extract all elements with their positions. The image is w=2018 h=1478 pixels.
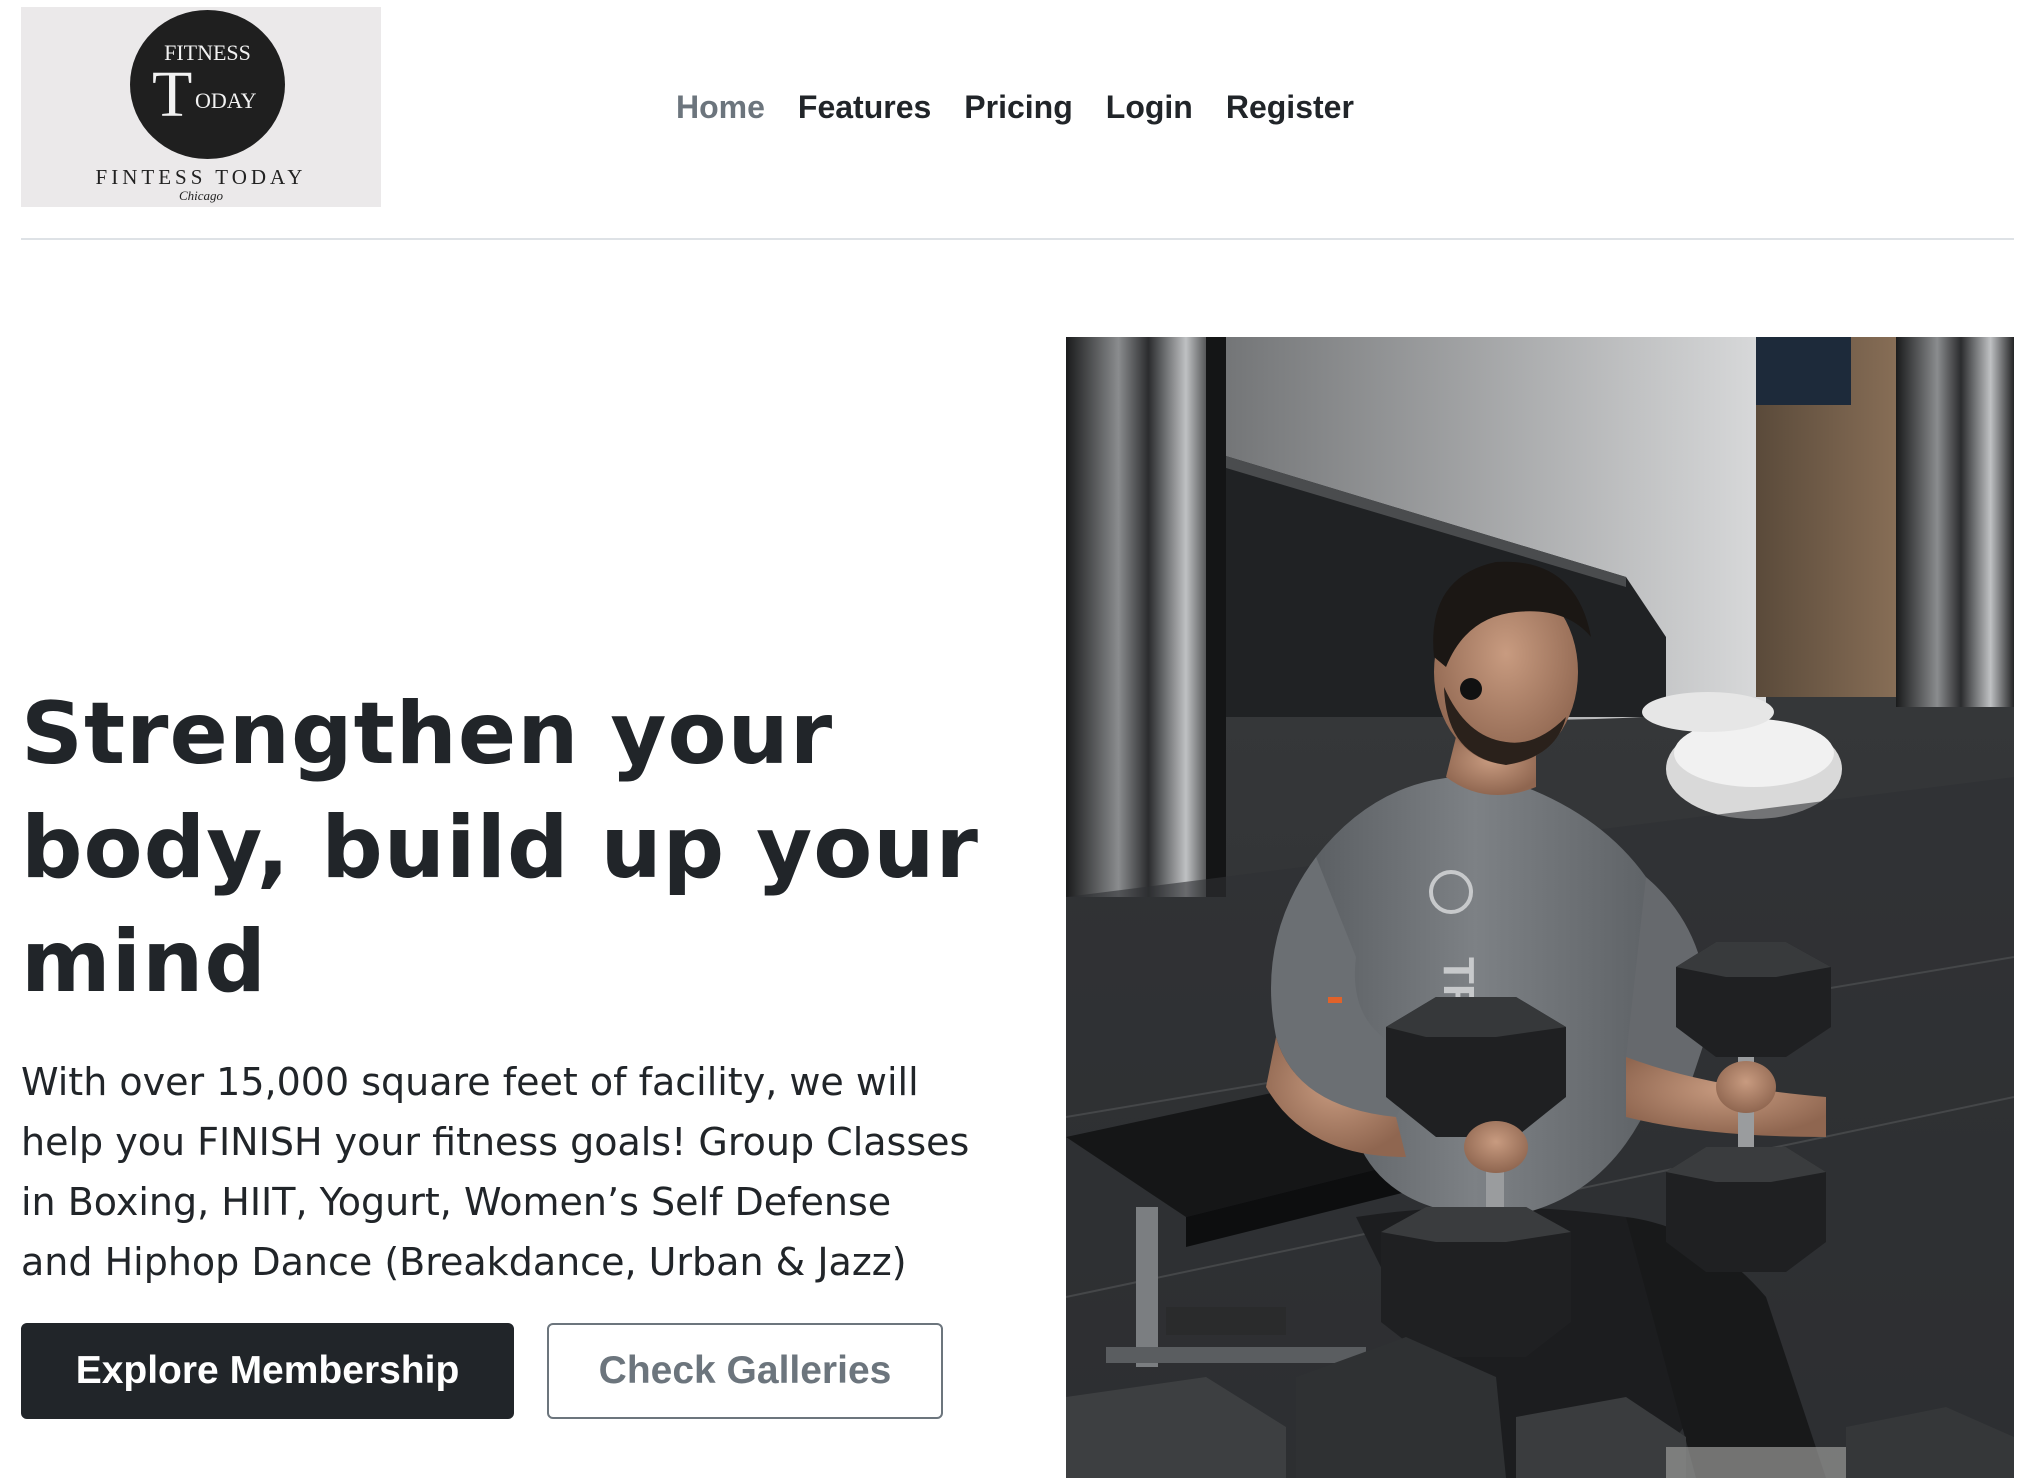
logo-rest-text: ODAY <box>195 88 257 113</box>
logo[interactable]: FITNESS T ODAY FINTESS TODAY Chicago <box>21 7 381 207</box>
logo-big-letter: T <box>152 58 193 131</box>
nav-link-pricing[interactable]: Pricing <box>964 89 1072 126</box>
man-lifting-dumbbells-photo-icon: TR <box>1066 337 2014 1478</box>
hero-title: Strengthen your body, build up your mind <box>21 684 979 1012</box>
hero-image: TR <box>1066 337 2014 1478</box>
explore-membership-button[interactable]: Explore Membership <box>21 1323 514 1419</box>
hero-description: With over 15,000 square feet of facility… <box>21 1060 970 1284</box>
logo-city: Chicago <box>178 188 224 203</box>
logo-name: FINTESS TODAY <box>95 165 307 189</box>
main-nav: Home Features Pricing Login Register <box>676 82 1387 132</box>
nav-link-home[interactable]: Home <box>676 89 765 126</box>
logo-circle-icon: FITNESS T ODAY <box>130 10 285 159</box>
check-galleries-button[interactable]: Check Galleries <box>547 1323 943 1419</box>
site-header: FITNESS T ODAY FINTESS TODAY Chicago Hom… <box>21 0 2014 240</box>
nav-link-register[interactable]: Register <box>1226 89 1354 126</box>
nav-link-features[interactable]: Features <box>798 89 931 126</box>
page: FITNESS T ODAY FINTESS TODAY Chicago Hom… <box>0 0 2018 1478</box>
nav-link-login[interactable]: Login <box>1106 89 1193 126</box>
